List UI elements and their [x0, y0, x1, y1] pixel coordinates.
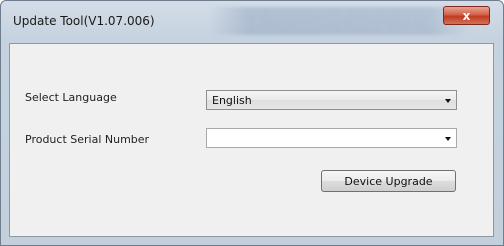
- background-window-ghost: [209, 7, 469, 35]
- title-bar[interactable]: Update Tool(V1.07.006) x: [1, 1, 503, 43]
- select-language-label: Select Language: [25, 91, 117, 104]
- language-select[interactable]: English: [206, 90, 457, 110]
- close-button[interactable]: x: [443, 6, 490, 25]
- close-icon: x: [462, 8, 471, 23]
- serial-number-combobox[interactable]: [206, 128, 457, 148]
- chevron-down-icon: [445, 137, 451, 141]
- chevron-down-icon: [445, 99, 451, 103]
- app-window: Update Tool(V1.07.006) x Select Language…: [0, 0, 504, 246]
- device-upgrade-label: Device Upgrade: [344, 174, 433, 188]
- language-select-value: English: [212, 94, 252, 107]
- client-area: Select Language English Product Serial N…: [9, 43, 494, 237]
- serial-number-label: Product Serial Number: [25, 133, 150, 146]
- window-title: Update Tool(V1.07.006): [13, 14, 155, 28]
- device-upgrade-button[interactable]: Device Upgrade: [321, 170, 456, 192]
